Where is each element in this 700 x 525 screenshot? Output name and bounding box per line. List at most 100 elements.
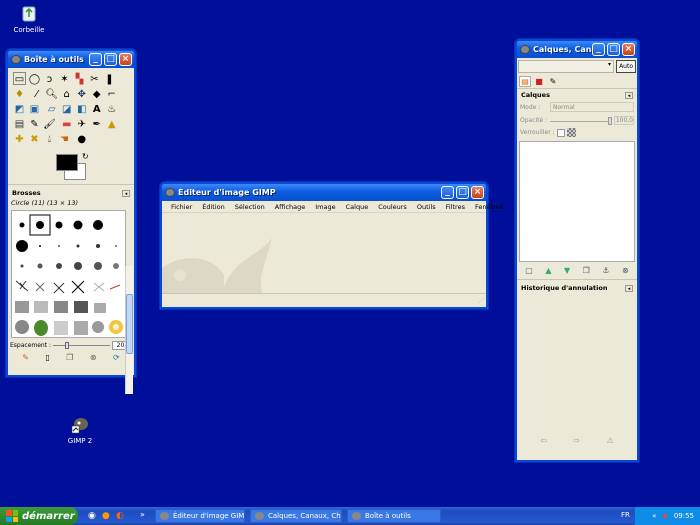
eraser-tool[interactable]: ▬ [60,118,73,131]
lock-pixels-checkbox[interactable] [556,128,565,137]
undo-icon[interactable]: ⇦ [540,436,547,445]
maximize-button[interactable]: □ [607,43,620,56]
crop-tool[interactable]: ⌐ [105,88,118,101]
resize-grip-icon[interactable]: ⋰ [478,297,484,304]
history-list[interactable] [517,294,637,434]
rect-select-tool[interactable]: ▭ [13,72,26,85]
maximize-button[interactable]: □ [456,186,469,199]
heal-tool[interactable]: ✚ [13,133,26,146]
new-layer-icon[interactable]: ▢ [525,266,533,275]
tab-layers-icon[interactable]: ▤ [519,76,531,87]
free-select-tool[interactable]: ↄ [43,73,56,86]
refresh-brushes-icon[interactable]: ⟳ [113,353,120,362]
new-brush-icon[interactable]: ▯ [45,353,49,362]
close-button[interactable]: × [622,43,635,56]
task-image-editor[interactable]: Éditeur d'image GIMP [155,509,245,523]
brush-grid[interactable] [11,210,126,338]
perspective-tool[interactable]: ◪ [60,103,73,116]
menu-windows[interactable]: Fenêtres [470,203,508,211]
menu-select[interactable]: Sélection [230,203,270,211]
maximize-button[interactable]: □ [104,53,117,66]
pencil-tool[interactable]: ✎ [28,118,41,131]
delete-brush-icon[interactable]: ⊗ [90,353,97,362]
lock-alpha-icon[interactable] [566,128,576,137]
raise-layer-icon[interactable]: ▲ [545,266,551,275]
menu-image[interactable]: Image [310,203,340,211]
perspective-clone-tool[interactable]: ✖ [28,133,41,146]
ellipse-select-tool[interactable]: ◯ [28,73,41,86]
color-picker-tool[interactable]: ⁄ [30,88,43,101]
minimize-button[interactable]: _ [89,53,102,66]
foreground-color[interactable] [56,154,78,171]
minimize-button[interactable]: _ [592,43,605,56]
toolbox-titlebar[interactable]: Boîte à outils _ □ × [8,51,134,68]
foreground-select-tool[interactable]: ❚ [103,73,116,86]
clear-history-icon[interactable]: ⚠ [607,436,614,445]
text-tool[interactable]: A [90,103,103,116]
tab-menu-icon[interactable]: ◂ [122,189,130,197]
desktop-icon-gimp[interactable]: GIMP 2 [52,414,108,445]
dodge-burn-tool[interactable]: ● [75,133,88,146]
align-tool[interactable]: ◆ [90,88,103,101]
layers-list[interactable] [519,141,635,262]
delete-layer-icon[interactable]: ⊗ [622,266,629,275]
zoom-tool[interactable]: 🔍︎ [45,88,58,101]
lower-layer-icon[interactable]: ▼ [564,266,570,275]
close-button[interactable]: × [119,53,132,66]
spacing-slider[interactable] [53,342,110,349]
opacity-value[interactable]: 100,0 [614,116,634,125]
clone-tool[interactable]: ▲ [105,118,118,131]
image-selector-dropdown[interactable]: ▾ [518,60,615,73]
swap-colors-icon[interactable]: ↻ [82,152,89,161]
tab-paths-icon[interactable]: ✎ [547,76,559,87]
smudge-tool[interactable]: ☚ [58,133,71,146]
airbrush-tool[interactable]: ✈ [75,118,88,131]
menu-view[interactable]: Affichage [270,203,311,211]
bucket-fill-tool[interactable]: ♨ [105,103,118,116]
start-button[interactable]: démarrer [0,507,78,525]
quicklaunch-expand-icon[interactable]: » [140,510,145,519]
tab-menu-icon[interactable]: ◂ [625,91,633,99]
duplicate-brush-icon[interactable]: ❐ [66,353,73,362]
blur-tool[interactable]: 💧︎ [43,133,56,146]
tray-expand-icon[interactable]: « [652,512,656,520]
image-editor-titlebar[interactable]: Éditeur d'image GIMP _ □ × [162,184,486,201]
quicklaunch-desktop-icon[interactable]: ◉ [88,511,96,521]
paintbrush-tool[interactable]: 🖌︎ [43,118,56,131]
color-select-tool[interactable]: ▚ [73,73,86,86]
menu-filters[interactable]: Filtres [441,203,470,211]
mode-select[interactable]: Normal [550,102,634,112]
auto-button[interactable]: Auto [616,60,636,73]
paths-tool[interactable]: ♦ [13,88,26,101]
move-tool[interactable]: ✥ [75,88,88,101]
fuzzy-select-tool[interactable]: ✶ [58,73,71,86]
shear-tool[interactable]: ▱ [45,103,58,116]
task-layers-dock[interactable]: Calques, Canaux, Ch... [250,509,342,523]
tab-channels-icon[interactable]: ■ [533,76,545,87]
measure-tool[interactable]: ⌂ [60,88,73,101]
menu-edit[interactable]: Édition [197,203,230,211]
brush-scrollbar[interactable] [125,266,133,394]
scissors-tool[interactable]: ✂ [88,73,101,86]
minimize-button[interactable]: _ [441,186,454,199]
redo-icon[interactable]: ⇨ [573,436,580,445]
menu-tools[interactable]: Outils [412,203,441,211]
desktop-icon-recycle-bin[interactable]: Corbeille [1,3,57,34]
tray-security-icon[interactable]: ◆ [662,512,667,520]
menu-file[interactable]: Fichier [166,203,197,211]
ink-tool[interactable]: ✒ [90,118,103,131]
lang-indicator[interactable]: FR [621,511,630,519]
duplicate-layer-icon[interactable]: ❐ [583,266,590,275]
tab-menu-icon[interactable]: ◂ [625,284,633,292]
clock[interactable]: 09:55 [674,512,694,520]
quicklaunch-media-icon[interactable]: ◐ [116,511,124,521]
color-swatches[interactable]: ↻ [8,150,134,182]
task-toolbox[interactable]: Boîte à outils [347,509,441,523]
edit-brush-icon[interactable]: ✎ [22,353,29,362]
rotate-tool[interactable]: ◩ [13,103,26,116]
anchor-layer-icon[interactable]: ⚓ [602,266,609,275]
scale-tool[interactable]: ▣ [28,103,41,116]
quicklaunch-firefox-icon[interactable]: ● [102,511,110,521]
close-button[interactable]: × [471,186,484,199]
menu-layer[interactable]: Calque [341,203,374,211]
